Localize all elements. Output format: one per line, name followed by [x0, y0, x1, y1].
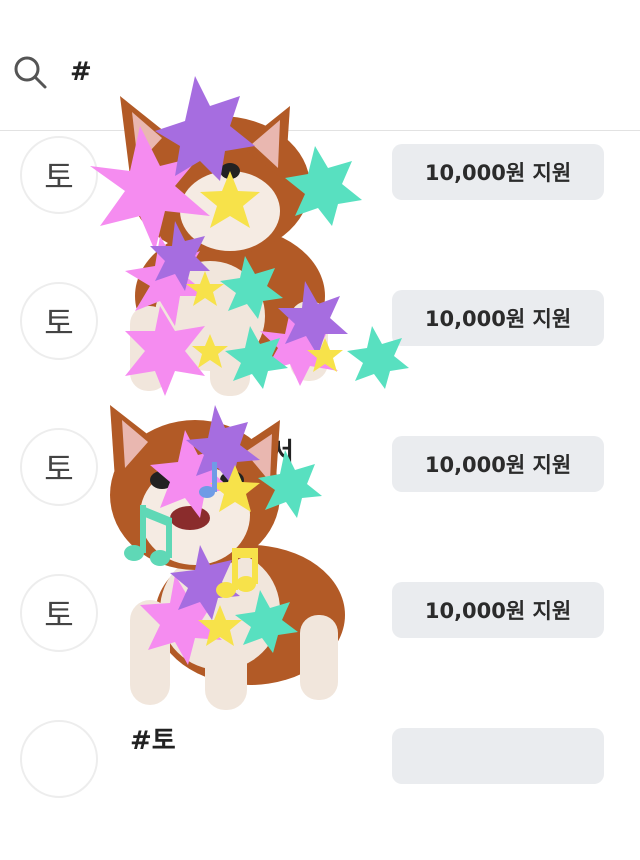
corgi-sticker-top	[90, 76, 409, 396]
support-button[interactable]: 10,000원 지원	[392, 436, 604, 492]
row-title: #토	[130, 726, 176, 756]
support-button[interactable]	[392, 728, 604, 784]
list-item[interactable]: #토	[0, 714, 640, 860]
avatar	[20, 720, 98, 798]
avatar: 토	[20, 428, 98, 506]
support-button[interactable]: 10,000원 지원	[392, 290, 604, 346]
search-icon[interactable]	[12, 54, 48, 90]
support-button[interactable]: 10,000원 지원	[392, 144, 604, 200]
support-button[interactable]: 10,000원 지원	[392, 582, 604, 638]
corgi-sticker-bottom	[110, 405, 345, 710]
avatar: 토	[20, 574, 98, 652]
